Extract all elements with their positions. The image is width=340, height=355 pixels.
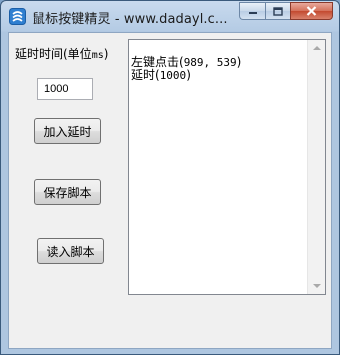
client-area: 延时时间(单位ms) 加入延时 保存脚本 读入脚本 左键点击(989, 539)… <box>8 32 332 349</box>
delay-label-text: 延时时间(单位 <box>15 47 92 61</box>
app-window: 鼠标按键精灵 - www.dadayl.c... 延时时间(单位ms) 加入延时… <box>0 0 340 355</box>
delay-input[interactable] <box>37 78 93 100</box>
script-line1-coords: 989, 539 <box>183 56 237 69</box>
script-line2-suffix: ) <box>186 68 191 82</box>
app-icon <box>9 8 26 25</box>
close-button[interactable] <box>290 2 333 20</box>
save-script-button[interactable]: 保存脚本 <box>34 179 101 205</box>
script-line1-prefix: 左键点击( <box>131 55 184 69</box>
script-line1-suffix: ) <box>236 55 242 69</box>
window-controls <box>239 2 333 21</box>
script-line2-value: 1000 <box>159 69 187 82</box>
load-script-button[interactable]: 读入脚本 <box>37 238 104 264</box>
titlebar[interactable]: 鼠标按键精灵 - www.dadayl.c... <box>1 1 339 31</box>
delay-label: 延时时间(单位ms) <box>15 45 108 62</box>
scroll-up-icon[interactable] <box>313 46 321 50</box>
maximize-button[interactable] <box>265 2 290 20</box>
script-text: 左键点击(989, 539) 延时(1000) <box>131 55 242 83</box>
script-textarea[interactable]: 左键点击(989, 539) 延时(1000) <box>128 39 326 295</box>
minimize-icon <box>248 12 257 14</box>
vertical-scrollbar[interactable] <box>307 40 325 294</box>
script-line2-prefix: 延时( <box>131 68 160 82</box>
window-title: 鼠标按键精灵 - www.dadayl.c... <box>32 12 228 27</box>
add-delay-button[interactable]: 加入延时 <box>34 118 101 144</box>
minimize-button[interactable] <box>239 2 265 20</box>
close-icon <box>306 6 317 16</box>
scroll-down-icon[interactable] <box>313 284 321 288</box>
maximize-icon <box>273 6 283 16</box>
delay-unit: ms <box>91 50 104 61</box>
delay-label-end: ) <box>103 47 109 61</box>
